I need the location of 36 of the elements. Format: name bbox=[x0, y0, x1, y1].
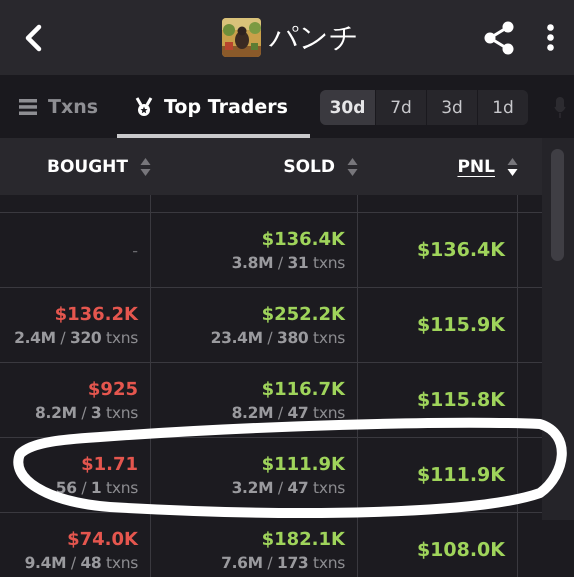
amount-text: $74.0K bbox=[67, 528, 138, 550]
sort-icon[interactable] bbox=[507, 156, 518, 176]
volume-text: 3.8M / 31 txns bbox=[232, 254, 345, 272]
tab[interactable]: Txns bbox=[0, 79, 117, 138]
amount-text: $1.71 bbox=[81, 454, 138, 474]
share-icon[interactable] bbox=[483, 21, 515, 55]
volume-text: 3.2M / 47 txns bbox=[232, 478, 345, 496]
pnl-amount: $136.4K bbox=[416, 239, 505, 261]
volume-text: 8.2M / 47 txns bbox=[232, 404, 345, 422]
volume-text: 2.4M / 320 txns bbox=[14, 328, 138, 346]
pnl-amount: $108.0K bbox=[416, 539, 505, 561]
volume-text: 56 / 1 txns bbox=[56, 478, 138, 496]
scrollbar-thumb[interactable] bbox=[551, 149, 564, 261]
volume-text: 7.6M / 173 txns bbox=[221, 554, 345, 572]
column-header[interactable]: SOLD bbox=[283, 156, 335, 176]
more-icon[interactable] bbox=[546, 24, 555, 51]
column-header[interactable]: BOUGHT bbox=[47, 156, 128, 176]
amount-text: $252.2K bbox=[262, 304, 345, 324]
volume-text: 9.4M / 48 txns bbox=[24, 554, 138, 572]
empty-dash: - bbox=[132, 240, 138, 260]
amount-text: $116.7K bbox=[262, 378, 345, 400]
pnl-amount: $115.9K bbox=[416, 314, 505, 336]
volume-text: 23.4M / 380 txns bbox=[210, 328, 345, 346]
medal-icon bbox=[134, 96, 154, 116]
pnl-amount: $111.9K bbox=[416, 464, 505, 486]
amount-text: $182.1K bbox=[262, 528, 345, 550]
amount-text: $925 bbox=[88, 378, 138, 400]
list-icon bbox=[18, 96, 38, 116]
amount-text: $136.4K bbox=[262, 228, 345, 250]
pnl-amount: $115.8K bbox=[416, 389, 505, 411]
token-title: パンチ bbox=[269, 18, 359, 56]
amount-text: $111.9K bbox=[262, 454, 345, 474]
period-button[interactable]: 30d bbox=[320, 90, 375, 125]
column-header[interactable]: PNL bbox=[457, 156, 495, 176]
volume-text: 8.2M / 3 txns bbox=[35, 404, 138, 422]
amount-text: $136.2K bbox=[54, 304, 138, 324]
